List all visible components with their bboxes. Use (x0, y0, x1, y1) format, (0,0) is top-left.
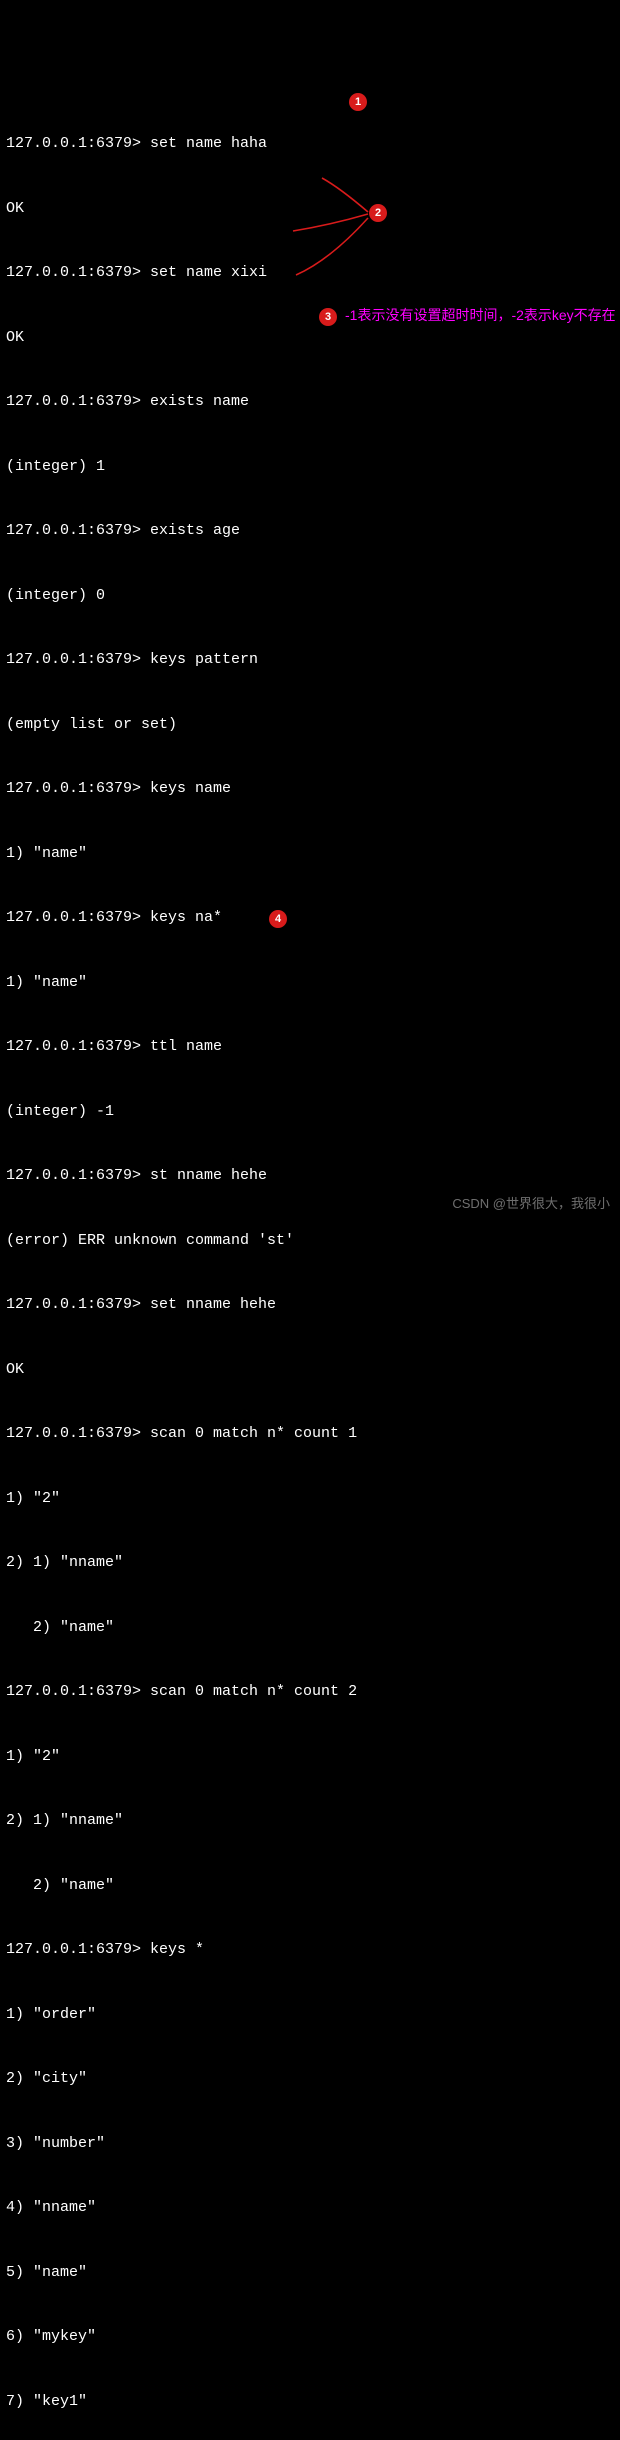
output: 2) "name" (6, 1617, 614, 1639)
annotation-badge-3: 3 (319, 308, 337, 326)
output: 1) "order" (6, 2004, 614, 2026)
output: (integer) 1 (6, 456, 614, 478)
output: 1) "name" (6, 972, 614, 994)
output: 5) "name" (6, 2262, 614, 2284)
output: 6) "mykey" (6, 2326, 614, 2348)
prompt: 127.0.0.1:6379> (6, 1683, 150, 1700)
output: OK (6, 327, 614, 349)
output: 4) "nname" (6, 2197, 614, 2219)
annotation-badge-1: 1 (349, 93, 367, 111)
prompt: 127.0.0.1:6379> (6, 1167, 150, 1184)
cmd: keys name (150, 780, 231, 797)
cmd-line: 127.0.0.1:6379> set name xixi (6, 262, 614, 284)
output: 1) "name" (6, 843, 614, 865)
cmd-line: 127.0.0.1:6379> keys na* (6, 907, 614, 929)
cmd: keys * (150, 1941, 204, 1958)
cmd: ttl name (150, 1038, 222, 1055)
watermark: CSDN @世界很大，我很小 (452, 1193, 610, 1215)
output: (integer) 0 (6, 585, 614, 607)
output: 2) 1) "nname" (6, 1552, 614, 1574)
prompt: 127.0.0.1:6379> (6, 651, 150, 668)
cmd-line: 127.0.0.1:6379> exists age (6, 520, 614, 542)
output: 2) 1) "nname" (6, 1810, 614, 1832)
output: OK (6, 1359, 614, 1381)
cmd: keys pattern (150, 651, 258, 668)
output: (error) ERR unknown command 'st' (6, 1230, 614, 1252)
output: 7) "key1" (6, 2391, 614, 2413)
cmd: exists name (150, 393, 249, 410)
prompt: 127.0.0.1:6379> (6, 264, 150, 281)
cmd: set name haha (150, 135, 267, 152)
cmd-line: 127.0.0.1:6379> exists name (6, 391, 614, 413)
output: OK (6, 198, 614, 220)
output: 1) "2" (6, 1746, 614, 1768)
prompt: 127.0.0.1:6379> (6, 135, 150, 152)
cmd: set nname hehe (150, 1296, 276, 1313)
annotation-badge-2: 2 (369, 204, 387, 222)
annotation-badge-4: 4 (269, 910, 287, 928)
output: 2) "name" (6, 1875, 614, 1897)
cmd: st nname hehe (150, 1167, 267, 1184)
cmd-line: 127.0.0.1:6379> scan 0 match n* count 1 (6, 1423, 614, 1445)
output: 1) "2" (6, 1488, 614, 1510)
output: 2) "city" (6, 2068, 614, 2090)
cmd-line: 127.0.0.1:6379> keys name (6, 778, 614, 800)
prompt: 127.0.0.1:6379> (6, 1425, 150, 1442)
cmd: keys na* (150, 909, 222, 926)
cmd: set name xixi (150, 264, 267, 281)
cmd: scan 0 match n* count 2 (150, 1683, 357, 1700)
prompt: 127.0.0.1:6379> (6, 1038, 150, 1055)
prompt: 127.0.0.1:6379> (6, 780, 150, 797)
output: (empty list or set) (6, 714, 614, 736)
cmd-line: 127.0.0.1:6379> keys * (6, 1939, 614, 1961)
prompt: 127.0.0.1:6379> (6, 522, 150, 539)
cmd-line: 127.0.0.1:6379> ttl name (6, 1036, 614, 1058)
cmd-line: 127.0.0.1:6379> scan 0 match n* count 2 (6, 1681, 614, 1703)
cmd: scan 0 match n* count 1 (150, 1425, 357, 1442)
annotation-text: -1表示没有设置超时时间，-2表示key不存在 (345, 307, 620, 324)
prompt: 127.0.0.1:6379> (6, 393, 150, 410)
prompt: 127.0.0.1:6379> (6, 1941, 150, 1958)
output: 3) "number" (6, 2133, 614, 2155)
cmd: exists age (150, 522, 240, 539)
terminal[interactable]: 127.0.0.1:6379> set name haha OK 127.0.0… (0, 86, 620, 2440)
cmd-line: 127.0.0.1:6379> set name haha (6, 133, 614, 155)
cmd-line: 127.0.0.1:6379> st nname hehe (6, 1165, 614, 1187)
output: (integer) -1 (6, 1101, 614, 1123)
prompt: 127.0.0.1:6379> (6, 1296, 150, 1313)
prompt: 127.0.0.1:6379> (6, 909, 150, 926)
cmd-line: 127.0.0.1:6379> set nname hehe (6, 1294, 614, 1316)
cmd-line: 127.0.0.1:6379> keys pattern (6, 649, 614, 671)
